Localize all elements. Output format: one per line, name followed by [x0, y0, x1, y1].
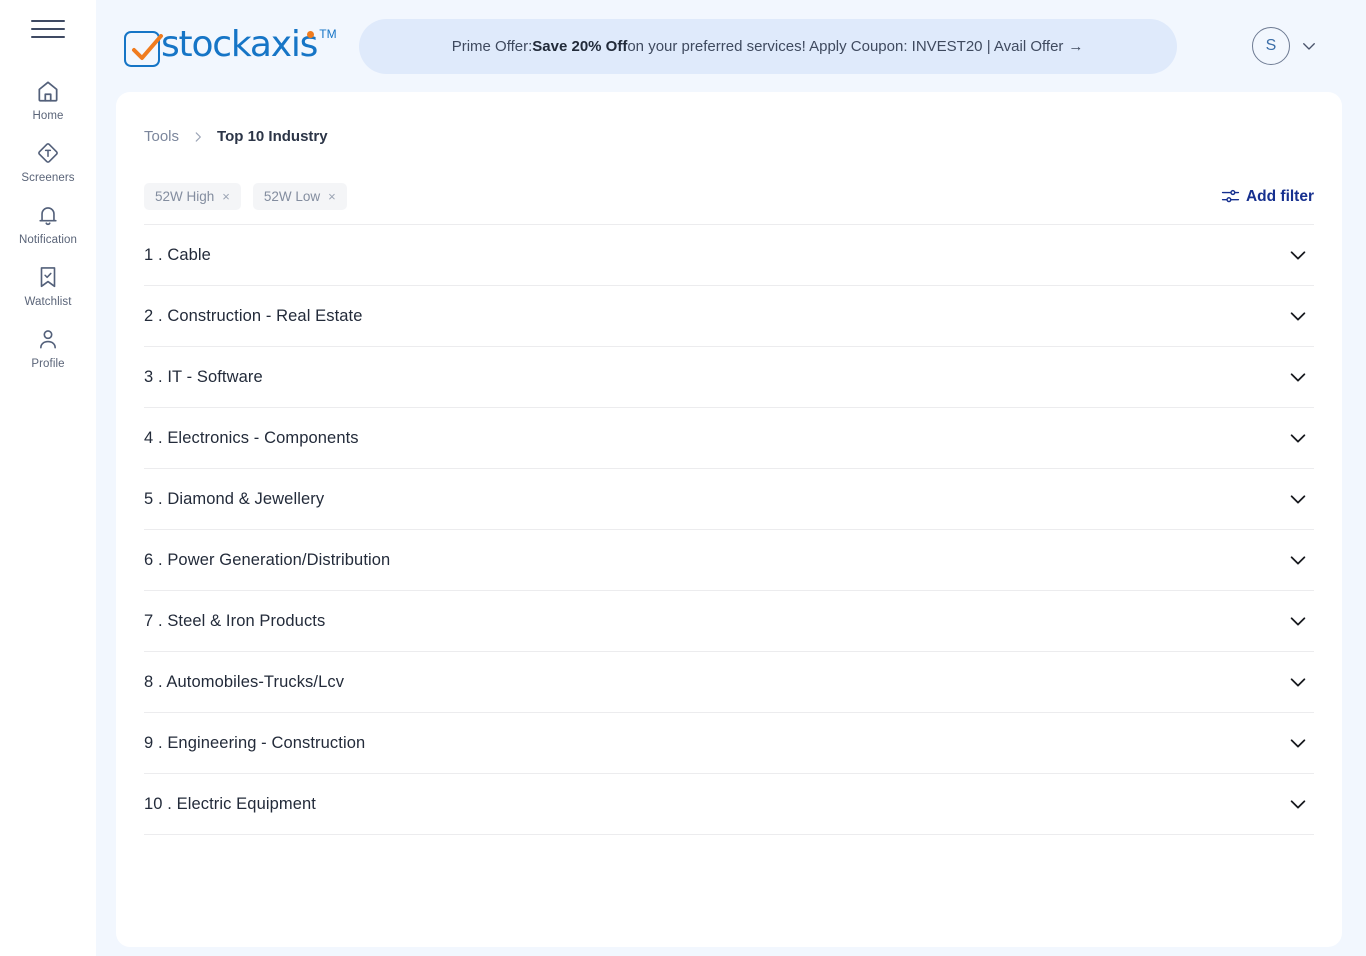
avatar: S [1252, 27, 1290, 65]
list-item[interactable]: 3 . IT - Software [144, 347, 1314, 408]
hamburger-bar [31, 36, 65, 38]
chevron-down-icon[interactable] [1287, 793, 1309, 815]
bookmark-check-icon [35, 264, 61, 290]
hamburger-bar [31, 28, 65, 30]
industry-label: 3 . IT - Software [144, 367, 263, 386]
filter-bar: 52W High × 52W Low × Add filter [144, 183, 1314, 224]
industry-label: 8 . Automobiles-Trucks/Lcv [144, 672, 345, 691]
list-item[interactable]: 10 . Electric Equipment [144, 774, 1314, 835]
filter-chip-label: 52W Low [263, 189, 321, 204]
chevron-down-icon[interactable] [1300, 37, 1318, 55]
sidebar-item-screeners[interactable]: Screeners [0, 128, 96, 190]
home-icon [35, 78, 61, 104]
top-header: stockaxis TM Prime Offer: Save 20% Off o… [116, 0, 1342, 92]
industry-label: 9 . Engineering - Construction [144, 733, 366, 752]
sidebar-item-label: Watchlist [24, 296, 72, 308]
page-title: Top 10 Industry [217, 128, 328, 145]
list-item[interactable]: 1 . Cable [144, 225, 1314, 286]
chevron-down-icon[interactable] [1287, 732, 1309, 754]
brand-wordmark: stockaxis [161, 24, 318, 65]
add-filter-button[interactable]: Add filter [1221, 187, 1314, 206]
chevron-down-icon[interactable] [1287, 488, 1309, 510]
add-filter-label: Add filter [1245, 187, 1314, 205]
account-menu[interactable]: S [1252, 27, 1318, 65]
list-item[interactable]: 6 . Power Generation/Distribution [144, 530, 1314, 591]
industry-label: 6 . Power Generation/Distribution [144, 550, 391, 569]
list-item[interactable]: 5 . Diamond & Jewellery [144, 469, 1314, 530]
chevron-down-icon[interactable] [1287, 305, 1309, 327]
trademark-label: TM [319, 27, 337, 41]
promo-suffix: on your preferred services! Apply Coupon… [627, 37, 1064, 55]
sliders-icon [1221, 187, 1240, 206]
chevron-down-icon[interactable] [1287, 549, 1309, 571]
filter-chip-52w-low[interactable]: 52W Low × [252, 183, 347, 210]
list-item[interactable]: 7 . Steel & Iron Products [144, 591, 1314, 652]
sidebar-item-watchlist[interactable]: Watchlist [0, 252, 96, 314]
app-root: Home Screeners Notification Watchlist Pr… [0, 0, 1366, 956]
breadcrumb-item-tools[interactable]: Tools [144, 128, 179, 145]
bell-icon [35, 202, 61, 228]
checkbox-check-icon [124, 31, 163, 67]
chevron-down-icon[interactable] [1287, 366, 1309, 388]
page-container: stockaxis TM Prime Offer: Save 20% Off o… [96, 0, 1366, 956]
sidebar-item-label: Notification [18, 234, 78, 246]
promo-prefix: Prime Offer: [451, 37, 533, 55]
industry-list: 1 . Cable 2 . Construction - Real Estate… [144, 224, 1314, 835]
sidebar-item-label: Home [32, 110, 64, 122]
content-card: Tools Top 10 Industry 52W High × 52W Low [116, 92, 1342, 947]
list-item[interactable]: 9 . Engineering - Construction [144, 713, 1314, 774]
chevron-down-icon[interactable] [1287, 671, 1309, 693]
chevron-right-icon [191, 130, 205, 144]
industry-label: 4 . Electronics - Components [144, 428, 359, 447]
filter-chip-52w-high[interactable]: 52W High × [144, 183, 241, 210]
chevron-down-icon[interactable] [1287, 610, 1309, 632]
breadcrumb: Tools Top 10 Industry [144, 92, 1314, 145]
promo-highlight: Save 20% Off [532, 37, 628, 55]
chevron-down-icon[interactable] [1287, 244, 1309, 266]
close-icon[interactable]: × [328, 189, 336, 204]
screeners-icon [35, 140, 61, 166]
sidebar-item-label: Profile [31, 358, 65, 370]
filter-chip-list: 52W High × 52W Low × [144, 183, 347, 210]
left-sidebar: Home Screeners Notification Watchlist Pr… [0, 0, 96, 956]
hamburger-icon[interactable] [31, 14, 65, 44]
promo-banner[interactable]: Prime Offer: Save 20% Off on your prefer… [358, 18, 1177, 74]
brand-logo[interactable]: stockaxis TM [124, 25, 337, 67]
industry-label: 5 . Diamond & Jewellery [144, 489, 325, 508]
filter-chip-label: 52W High [155, 189, 215, 204]
sidebar-item-notification[interactable]: Notification [0, 190, 96, 252]
sidebar-item-home[interactable]: Home [0, 66, 96, 128]
industry-label: 1 . Cable [144, 245, 211, 264]
industry-label: 10 . Electric Equipment [144, 794, 316, 813]
person-icon [35, 326, 61, 352]
close-icon[interactable]: × [222, 189, 230, 204]
list-item[interactable]: 2 . Construction - Real Estate [144, 286, 1314, 347]
industry-label: 7 . Steel & Iron Products [144, 611, 326, 630]
chevron-down-icon[interactable] [1287, 427, 1309, 449]
sidebar-item-label: Screeners [21, 172, 75, 184]
list-item[interactable]: 8 . Automobiles-Trucks/Lcv [144, 652, 1314, 713]
industry-label: 2 . Construction - Real Estate [144, 306, 363, 325]
hamburger-bar [31, 20, 65, 22]
arrow-right-icon: → [1068, 37, 1084, 55]
list-item[interactable]: 4 . Electronics - Components [144, 408, 1314, 469]
sidebar-item-profile[interactable]: Profile [0, 314, 96, 376]
